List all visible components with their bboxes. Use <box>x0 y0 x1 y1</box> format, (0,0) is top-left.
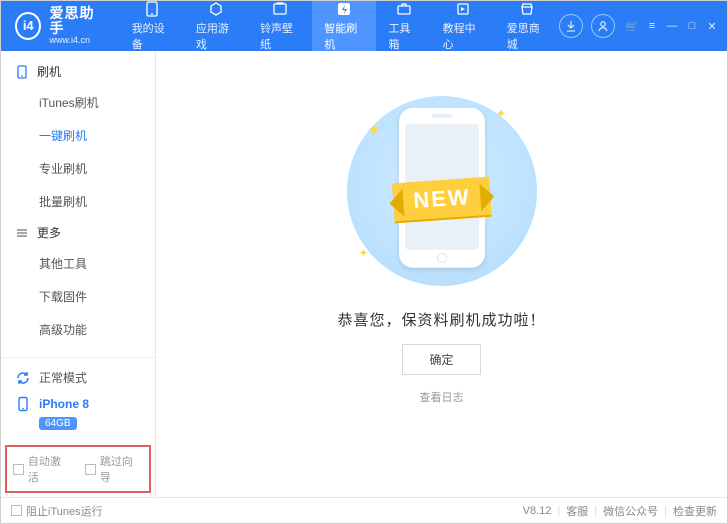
tools-icon <box>395 1 413 17</box>
sidebar-item[interactable]: iTunes刷机 <box>1 86 155 119</box>
mode-label: 正常模式 <box>39 369 87 386</box>
tab-tools[interactable]: 工具箱 <box>376 1 430 51</box>
tab-apps[interactable]: 应用游戏 <box>184 1 248 51</box>
body: 刷机 iTunes刷机一键刷机专业刷机批量刷机更多其他工具下载固件高级功能 正常模… <box>1 51 727 497</box>
sidebar-item[interactable]: 高级功能 <box>1 313 155 346</box>
footer-link-wechat[interactable]: 微信公众号 <box>603 503 658 519</box>
sidebar-group-0[interactable]: 刷机 <box>1 57 155 86</box>
download-icon[interactable] <box>559 14 583 38</box>
tab-label: 教程中心 <box>443 20 483 52</box>
storage-row: 64GB <box>11 417 145 435</box>
mode-row[interactable]: 正常模式 <box>11 364 145 391</box>
tab-label: 应用游戏 <box>196 20 236 52</box>
brand-name: 爱思助手 <box>49 6 105 37</box>
sidebar-group-1[interactable]: 更多 <box>1 218 155 247</box>
main-content: ✦✦✦ NEW 恭喜您，保资料刷机成功啦！ 确定 查看日志 <box>156 51 727 497</box>
sidebar-nav: 刷机 iTunes刷机一键刷机专业刷机批量刷机更多其他工具下载固件高级功能 <box>1 51 155 357</box>
tab-label: 爱思商城 <box>507 20 547 52</box>
tab-label: 工具箱 <box>388 20 418 52</box>
tab-label: 我的设备 <box>132 20 172 52</box>
title-right-icons <box>559 14 625 38</box>
window-controls: 🛒 ≡ — □ ✕ <box>625 19 727 33</box>
skip-guide-checkbox[interactable]: 跳过向导 <box>85 453 143 485</box>
tab-phone[interactable]: 我的设备 <box>120 1 184 51</box>
device-row[interactable]: iPhone 8 <box>11 391 145 417</box>
footer-right: V8.12 | 客服 | 微信公众号 | 检查更新 <box>523 503 717 519</box>
sidebar: 刷机 iTunes刷机一键刷机专业刷机批量刷机更多其他工具下载固件高级功能 正常模… <box>1 51 156 497</box>
sidebar-item[interactable]: 一键刷机 <box>1 119 155 152</box>
new-ribbon: NEW <box>392 177 492 222</box>
footer-link-update[interactable]: 检查更新 <box>673 503 717 519</box>
tab-tutor[interactable]: 教程中心 <box>431 1 495 51</box>
success-message: 恭喜您，保资料刷机成功啦！ <box>337 309 545 330</box>
group-icon <box>15 65 29 79</box>
brand-logo: i4 <box>15 12 41 40</box>
sidebar-item[interactable]: 专业刷机 <box>1 152 155 185</box>
phone-icon <box>15 396 31 412</box>
auto-activate-checkbox[interactable]: 自动激活 <box>13 453 71 485</box>
tutor-icon <box>454 1 472 17</box>
top-tabs: 我的设备应用游戏铃声壁纸智能刷机工具箱教程中心爱思商城 <box>120 1 559 51</box>
sidebar-item[interactable]: 其他工具 <box>1 247 155 280</box>
maximize-button[interactable]: □ <box>685 19 699 33</box>
device-name: iPhone 8 <box>39 397 89 411</box>
titlebar: i4 爱思助手 www.i4.cn 我的设备应用游戏铃声壁纸智能刷机工具箱教程中… <box>1 1 727 51</box>
cart-icon[interactable]: 🛒 <box>625 19 639 33</box>
view-log-link[interactable]: 查看日志 <box>420 389 464 405</box>
sidebar-item[interactable]: 批量刷机 <box>1 185 155 218</box>
footer: 阻止iTunes运行 V8.12 | 客服 | 微信公众号 | 检查更新 <box>1 497 727 523</box>
brand-url: www.i4.cn <box>49 36 105 46</box>
sidebar-item[interactable]: 下载固件 <box>1 280 155 313</box>
group-title: 更多 <box>37 224 61 241</box>
minimize-button[interactable]: — <box>665 19 679 33</box>
phone-icon <box>143 1 161 17</box>
refresh-icon <box>15 370 31 386</box>
flash-icon <box>335 1 353 17</box>
tab-label: 智能刷机 <box>324 20 364 52</box>
brand: i4 爱思助手 www.i4.cn <box>1 6 120 47</box>
storage-badge: 64GB <box>39 417 77 430</box>
apps-icon <box>207 1 225 17</box>
tab-label: 铃声壁纸 <box>260 20 300 52</box>
app-window: i4 爱思助手 www.i4.cn 我的设备应用游戏铃声壁纸智能刷机工具箱教程中… <box>0 0 728 524</box>
user-icon[interactable] <box>591 14 615 38</box>
ring-icon <box>271 1 289 17</box>
success-illustration: ✦✦✦ NEW <box>332 91 552 291</box>
highlight-options: 自动激活 跳过向导 <box>5 445 151 493</box>
device-status: 正常模式 iPhone 8 64GB <box>1 357 155 441</box>
store-icon <box>518 1 536 17</box>
tab-store[interactable]: 爱思商城 <box>495 1 559 51</box>
close-button[interactable]: ✕ <box>705 19 719 33</box>
block-itunes-checkbox[interactable]: 阻止iTunes运行 <box>11 503 103 519</box>
menu-icon[interactable]: ≡ <box>645 19 659 33</box>
tab-flash[interactable]: 智能刷机 <box>312 1 376 51</box>
brand-text: 爱思助手 www.i4.cn <box>49 6 105 47</box>
version-label: V8.12 <box>523 505 552 517</box>
tab-ring[interactable]: 铃声壁纸 <box>248 1 312 51</box>
group-icon <box>15 226 29 240</box>
footer-link-support[interactable]: 客服 <box>566 503 588 519</box>
ok-button[interactable]: 确定 <box>402 344 480 375</box>
group-title: 刷机 <box>37 63 61 80</box>
